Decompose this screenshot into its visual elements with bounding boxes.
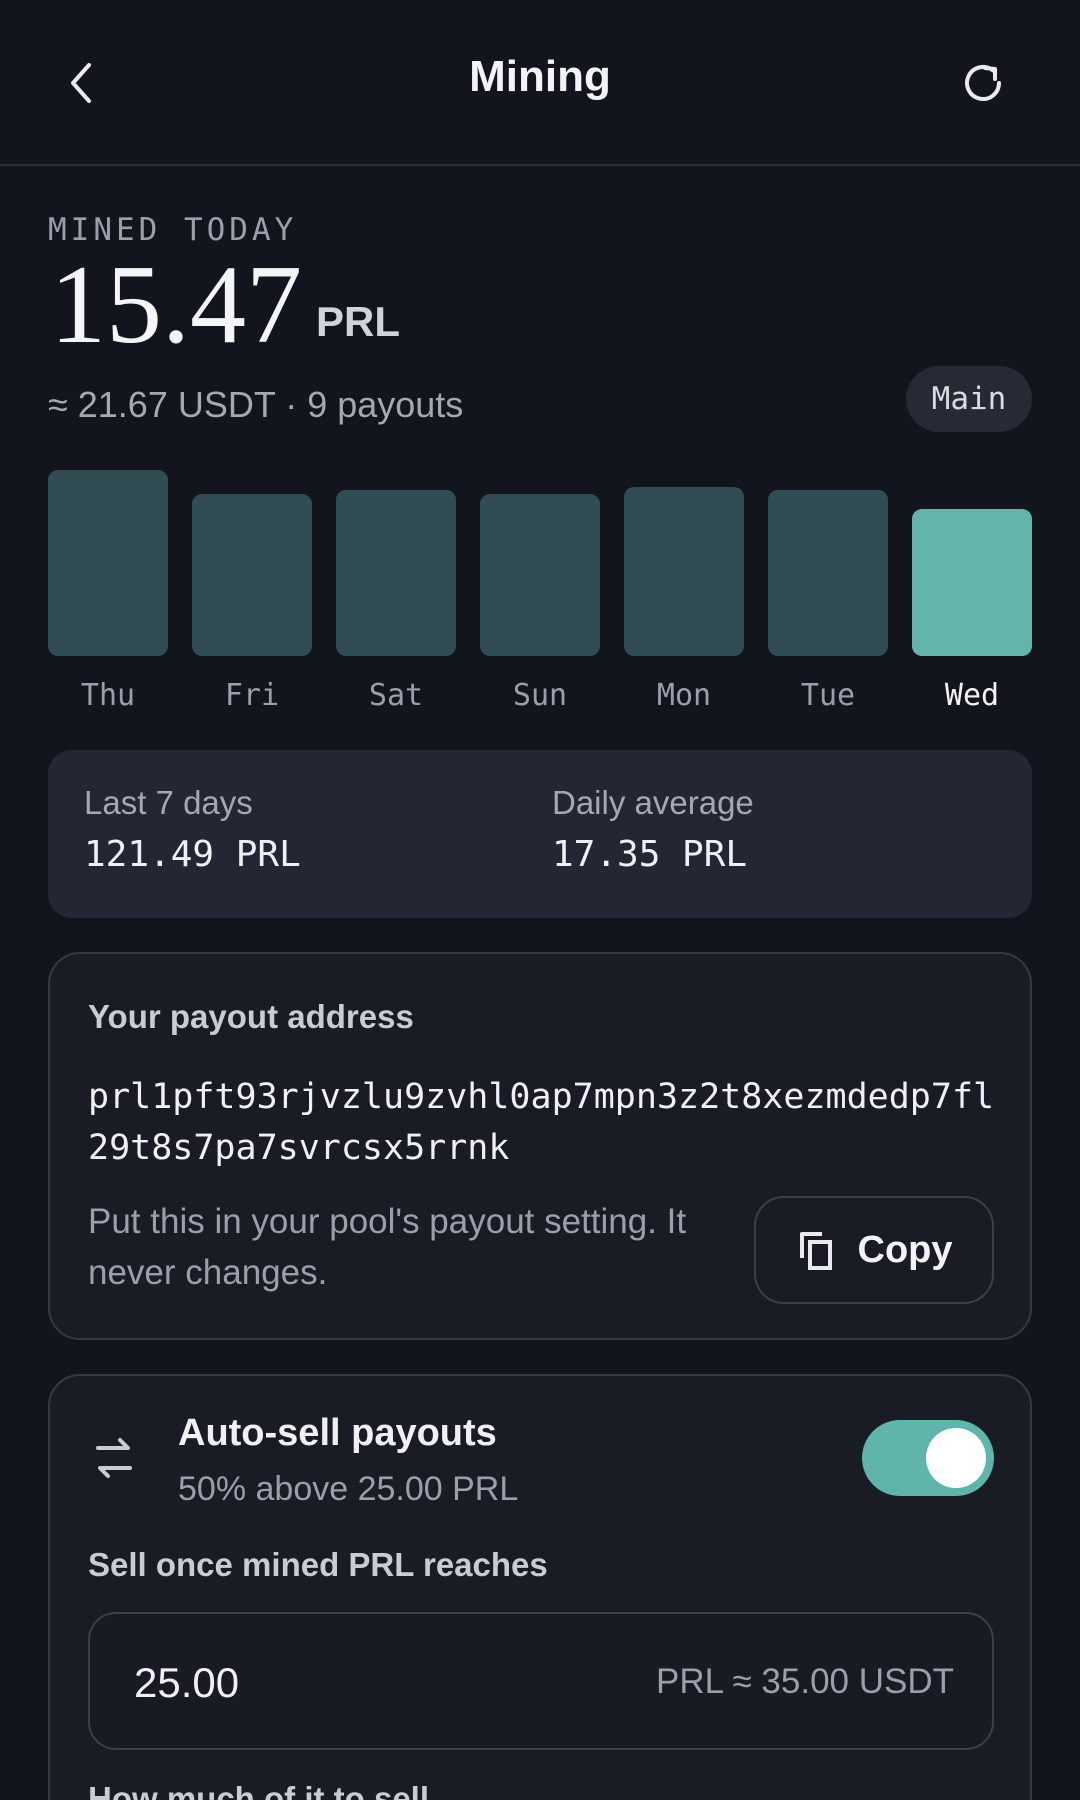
mined-today-conversion: ≈ 21.67 USDT · 9 payouts xyxy=(48,384,464,425)
payout-address-hint: Put this in your pool's payout setting. … xyxy=(88,1202,687,1292)
refresh-button[interactable] xyxy=(948,48,1018,118)
chart-bar-thu[interactable] xyxy=(48,470,168,656)
copy-button-label: Copy xyxy=(857,1228,953,1271)
chart-label-mon: Mon xyxy=(656,678,712,713)
payout-address-value[interactable]: prl1pft93rjvzlu9zvhl0ap7mpn3z2t8xezmdedp… xyxy=(88,1072,998,1174)
chart-bar-tue[interactable] xyxy=(768,490,888,656)
daily-average-label: Daily average xyxy=(552,784,754,821)
refresh-icon xyxy=(965,65,1001,101)
copy-icon xyxy=(799,1232,832,1270)
payout-address-card: Your payout address prl1pft93rjvzlu9zvhl… xyxy=(48,952,1032,1340)
mined-today-amount: 15.47 xyxy=(50,243,302,367)
last-7-days-label: Last 7 days xyxy=(84,784,253,821)
threshold-suffix: PRL ≈ 35.00 USDT xyxy=(655,1662,954,1701)
auto-sell-card: Auto-sell payouts 50% above 25.00 PRL Se… xyxy=(48,1374,1032,1800)
wallet-pill[interactable]: Main xyxy=(906,366,1032,432)
mined-today-unit: PRL xyxy=(316,298,400,345)
copy-button[interactable]: Copy xyxy=(754,1196,994,1304)
swap-icon xyxy=(96,1438,132,1478)
chart-bar-fri[interactable] xyxy=(192,494,312,656)
toggle-knob xyxy=(926,1428,986,1488)
chart-label-sat: Sat xyxy=(368,678,424,713)
chart-label-sun: Sun xyxy=(512,678,568,713)
chart-bar-wed[interactable] xyxy=(912,509,1032,656)
chart-label-wed: Wed xyxy=(944,678,1000,713)
chart-label-fri: Fri xyxy=(224,678,280,713)
chart-bar-sat[interactable] xyxy=(336,490,456,656)
auto-sell-toggle[interactable] xyxy=(862,1420,994,1496)
top-bar: Mining xyxy=(0,0,1080,166)
chart-label-thu: Thu xyxy=(80,678,136,713)
daily-average-value: 17.35 PRL xyxy=(552,834,748,875)
chart-bar-mon[interactable] xyxy=(624,487,744,656)
threshold-label: Sell once mined PRL reaches xyxy=(88,1546,548,1583)
sell-portion-label: How much of it to sell xyxy=(88,1780,430,1800)
stats-card: Last 7 days 121.49 PRL Daily average 17.… xyxy=(48,750,1032,918)
threshold-field[interactable]: PRL ≈ 35.00 USDT xyxy=(88,1612,994,1750)
payout-address-title: Your payout address xyxy=(88,998,414,1035)
chart-label-tue: Tue xyxy=(800,678,856,713)
chart-bar-sun[interactable] xyxy=(480,494,600,656)
weekly-mining-chart: Thu Fri Sat Sun Mon Tue Wed xyxy=(48,470,1032,713)
page-title: Mining xyxy=(469,52,611,101)
auto-sell-title: Auto-sell payouts xyxy=(178,1412,497,1454)
threshold-input[interactable] xyxy=(134,1648,534,1718)
auto-sell-subtitle: 50% above 25.00 PRL xyxy=(178,1470,519,1508)
last-7-days-value: 121.49 PRL xyxy=(84,834,301,875)
